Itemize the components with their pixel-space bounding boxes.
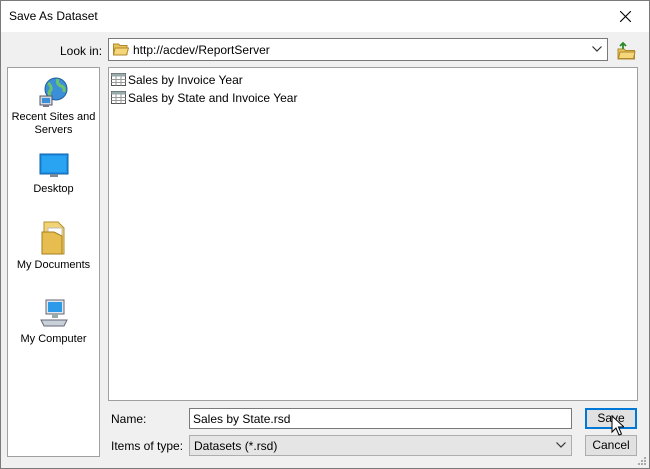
place-label: Recent Sites and Servers [11, 111, 96, 136]
place-label: My Documents [16, 259, 91, 271]
file-name: Sales by State and Invoice Year [128, 91, 298, 105]
place-desktop[interactable]: Desktop [8, 152, 99, 196]
mouse-pointer-icon [611, 415, 624, 436]
places-bar: Recent Sites and Servers Desktop My Docu… [7, 67, 100, 457]
cancel-button[interactable]: Cancel [585, 435, 637, 456]
up-folder-icon [617, 41, 636, 60]
look-in-value: http://acdev/ReportServer [133, 43, 270, 57]
network-globe-icon [39, 77, 67, 107]
computer-icon [39, 299, 68, 327]
title-bar: Save As Dataset [1, 1, 649, 32]
documents-folder-icon [41, 221, 64, 255]
place-my-computer[interactable]: My Computer [8, 298, 99, 346]
look-in-label: Look in: [60, 44, 103, 58]
place-label: My Computer [20, 333, 87, 345]
desktop-icon [39, 153, 68, 177]
file-list[interactable]: Sales by Invoice Year Sales by State and… [108, 67, 638, 401]
place-recent-sites[interactable]: Recent Sites and Servers [8, 76, 99, 137]
close-button[interactable] [603, 1, 649, 32]
file-name: Sales by Invoice Year [128, 73, 243, 87]
save-as-dialog: Save As Dataset Look in: http://acdev/Re… [0, 0, 650, 469]
window-title: Save As Dataset [9, 9, 98, 23]
up-one-level-button[interactable] [617, 41, 637, 61]
items-of-type-dropdown[interactable]: Datasets (*.rsd) [189, 435, 572, 456]
place-label: Desktop [33, 183, 74, 195]
name-input[interactable] [189, 408, 572, 429]
dataset-icon [111, 91, 126, 104]
place-my-documents[interactable]: My Documents [8, 220, 99, 272]
resize-grip-icon[interactable] [637, 456, 647, 466]
look-in-dropdown[interactable]: http://acdev/ReportServer [108, 38, 608, 61]
dataset-icon [111, 73, 126, 86]
chevron-down-icon [556, 442, 566, 448]
close-icon [620, 11, 631, 22]
items-of-type-value: Datasets (*.rsd) [194, 439, 278, 453]
items-of-type-label: Items of type: [111, 439, 184, 453]
name-label: Name: [111, 412, 147, 426]
chevron-down-icon [592, 46, 602, 52]
open-folder-icon [113, 43, 129, 56]
